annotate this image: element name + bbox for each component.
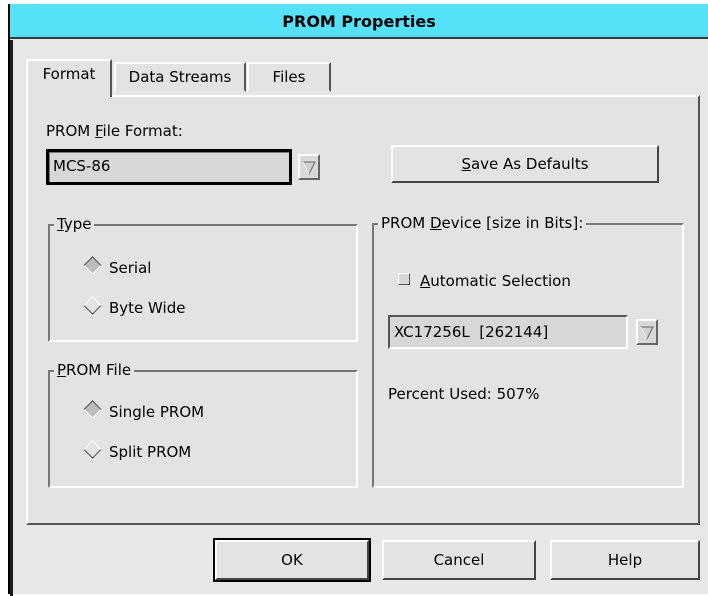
chevron-down-icon [640,326,654,341]
diamond-radio-icon [83,440,102,459]
tab-data-streams-label: Data Streams [128,68,232,86]
prom-properties-dialog: PROM Properties Format Data Streams File… [8,4,708,596]
file-format-field[interactable]: MCS-86 [46,149,292,185]
prom-file-group-legend: PROM File [54,361,135,379]
diamond-radio-icon [83,296,102,315]
cancel-button[interactable]: Cancel [382,540,536,580]
diamond-radio-icon [83,256,102,275]
prom-device-field[interactable]: XC17256L [262144] [388,315,628,349]
prom-file-group [48,370,358,488]
help-button[interactable]: Help [550,540,700,580]
tab-format[interactable]: Format [26,59,112,97]
tab-data-streams[interactable]: Data Streams [114,62,246,92]
format-tab-panel: PROM File Format: MCS-86 Save As Default… [26,95,700,525]
save-as-defaults-button[interactable]: Save As Defaults [391,145,659,183]
percent-used-text: Percent Used: 507% [388,385,540,403]
split-prom-radio[interactable]: Split PROM [83,440,191,461]
serial-radio[interactable]: Serial [83,256,151,277]
window-left-edge [10,40,13,596]
diamond-radio-icon [83,400,102,419]
ok-button[interactable]: OK [213,538,371,582]
prom-device-dropdown-button[interactable] [636,319,658,345]
type-group-legend: Type [54,215,95,233]
tab-files[interactable]: Files [247,62,331,92]
file-format-dropdown-button[interactable] [298,154,320,180]
single-prom-radio[interactable]: Single PROM [83,400,204,421]
tab-format-label: Format [42,65,96,83]
prom-device-group [372,223,684,488]
automatic-selection-checkbox[interactable]: Automatic Selection [398,272,571,290]
dialog-title: PROM Properties [282,12,436,31]
byte-wide-radio[interactable]: Byte Wide [83,296,185,317]
chevron-down-icon [302,161,316,176]
title-bar[interactable]: PROM Properties [10,4,708,39]
tab-files-label: Files [272,68,306,86]
prom-device-group-legend: PROM Device [size in Bits]: [378,214,587,232]
square-check-icon [398,273,410,285]
file-format-value: MCS-86 [53,157,111,175]
type-group [48,224,358,342]
prom-device-value: XC17256L [262144] [394,323,549,341]
file-format-label: PROM File Format: [46,122,183,140]
